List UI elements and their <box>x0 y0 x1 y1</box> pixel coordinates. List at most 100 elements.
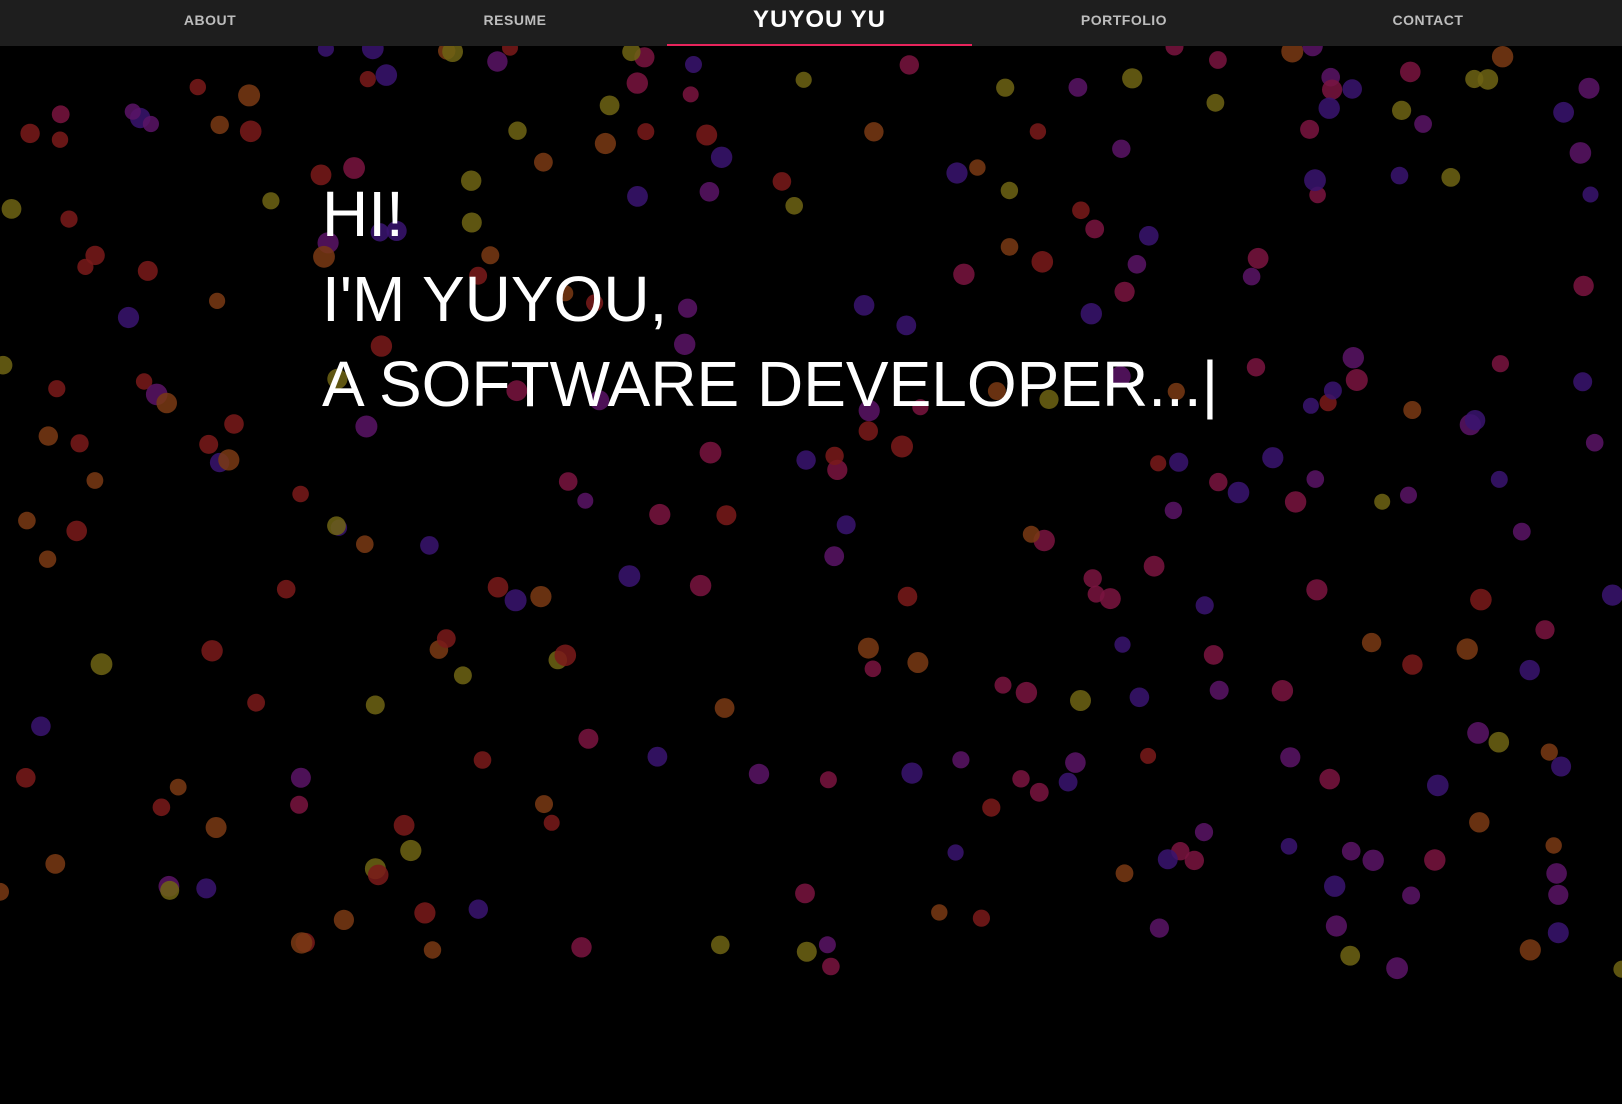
particle-dot <box>594 132 617 155</box>
particle-dot <box>487 576 509 598</box>
particle-dot <box>699 441 722 464</box>
particle-dot <box>1029 123 1047 140</box>
particle-dot <box>38 426 58 446</box>
particle-dot <box>1573 372 1593 392</box>
particle-dot <box>423 941 442 959</box>
nav-contact-link[interactable]: CONTACT <box>1328 0 1528 46</box>
particle-dot <box>1246 358 1266 377</box>
particle-dot <box>1300 119 1320 139</box>
particle-dot <box>1477 69 1499 90</box>
particle-dot <box>1488 731 1510 753</box>
particle-dot <box>1491 46 1514 68</box>
particle-dot <box>748 763 770 785</box>
particle-dot <box>473 751 492 769</box>
particle-dot <box>558 472 578 491</box>
particle-dot <box>795 71 812 88</box>
particle-background <box>0 35 1622 980</box>
particle-dot <box>1456 638 1478 660</box>
particle-dot <box>142 115 159 133</box>
typing-cursor: | <box>1201 348 1219 420</box>
particle-dot <box>292 485 309 503</box>
particle-dot <box>1342 79 1362 99</box>
particle-dot <box>1227 481 1250 504</box>
particle-dot <box>262 192 280 210</box>
particle-dot <box>1083 569 1102 588</box>
particle-dot <box>716 505 737 526</box>
particle-dot <box>156 392 177 414</box>
particle-dot <box>1374 493 1391 510</box>
particle-dot <box>696 124 718 146</box>
particle-dot <box>201 640 223 662</box>
particle-dot <box>77 258 94 275</box>
particle-dot <box>1470 588 1492 611</box>
particle-dot <box>1112 139 1131 158</box>
particle-dot <box>504 589 527 612</box>
particle-dot <box>1402 654 1423 675</box>
particle-dot <box>907 652 929 673</box>
particle-dot <box>1271 680 1294 702</box>
particle-dot <box>1206 93 1225 112</box>
particle-dot <box>1284 491 1307 513</box>
particle-dot <box>1012 770 1030 788</box>
particle-dot <box>224 414 244 434</box>
particle-dot <box>1114 636 1131 653</box>
nav-about-link[interactable]: ABOUT <box>110 0 310 46</box>
particle-dot <box>1569 142 1592 164</box>
particle-dot <box>400 839 422 862</box>
particle-dot <box>290 932 313 954</box>
particle-dot <box>1403 401 1422 419</box>
particle-dot <box>199 434 219 454</box>
particle-dot <box>543 814 560 831</box>
particle-dot <box>169 778 187 796</box>
particle-dot <box>1209 680 1229 700</box>
particle-dot <box>160 880 180 900</box>
particle-dot <box>60 210 78 228</box>
particle-dot <box>864 122 884 142</box>
particle-dot <box>864 660 882 678</box>
particle-dot <box>1143 555 1165 577</box>
particle-dot <box>290 767 311 788</box>
particle-dot <box>468 899 488 919</box>
particle-dot <box>1070 690 1091 711</box>
hero-role-line: A SOFTWARE DEVELOPER...| <box>322 342 1218 427</box>
particle-dot <box>1129 687 1150 708</box>
particle-dot <box>554 644 577 667</box>
particle-dot <box>124 103 141 120</box>
particle-dot <box>796 941 817 962</box>
particle-dot <box>1345 369 1368 391</box>
particle-dot <box>1519 939 1541 961</box>
nav-resume-link[interactable]: RESUME <box>415 0 615 46</box>
particle-dot <box>618 565 641 587</box>
particle-dot <box>1551 756 1572 777</box>
particle-dot <box>1427 774 1449 797</box>
particle-dot <box>15 768 36 788</box>
particle-dot <box>1392 100 1412 120</box>
particle-dot <box>1324 875 1346 897</box>
hero-intro: HI! I'M YUYOU, A SOFTWARE DEVELOPER...| <box>322 172 1218 427</box>
particle-dot <box>1164 501 1183 520</box>
particle-dot <box>51 131 69 148</box>
particle-dot <box>1402 886 1421 905</box>
particle-dot <box>1342 347 1365 369</box>
particle-dot <box>711 935 730 955</box>
particle-dot <box>1573 275 1594 297</box>
particle-dot <box>1262 447 1284 469</box>
particle-dot <box>1302 397 1319 414</box>
particle-dot <box>1140 747 1157 764</box>
particle-dot <box>1065 752 1086 773</box>
nav-portfolio-link[interactable]: PORTFOLIO <box>1024 0 1224 46</box>
particle-dot <box>1068 78 1088 97</box>
brand-title[interactable]: YUYOU YU <box>667 0 972 46</box>
particle-dot <box>1209 472 1228 492</box>
particle-dot <box>1195 596 1214 615</box>
particle-dot <box>1306 470 1325 488</box>
particle-dot <box>1058 772 1078 792</box>
particle-dot <box>1157 849 1178 870</box>
particle-dot <box>1184 850 1205 871</box>
particle-dot <box>239 120 262 143</box>
particle-dot <box>1582 186 1599 203</box>
particle-dot <box>18 511 36 530</box>
particle-dot <box>238 84 261 107</box>
particle-dot <box>508 121 527 140</box>
particle-dot <box>1322 79 1343 100</box>
